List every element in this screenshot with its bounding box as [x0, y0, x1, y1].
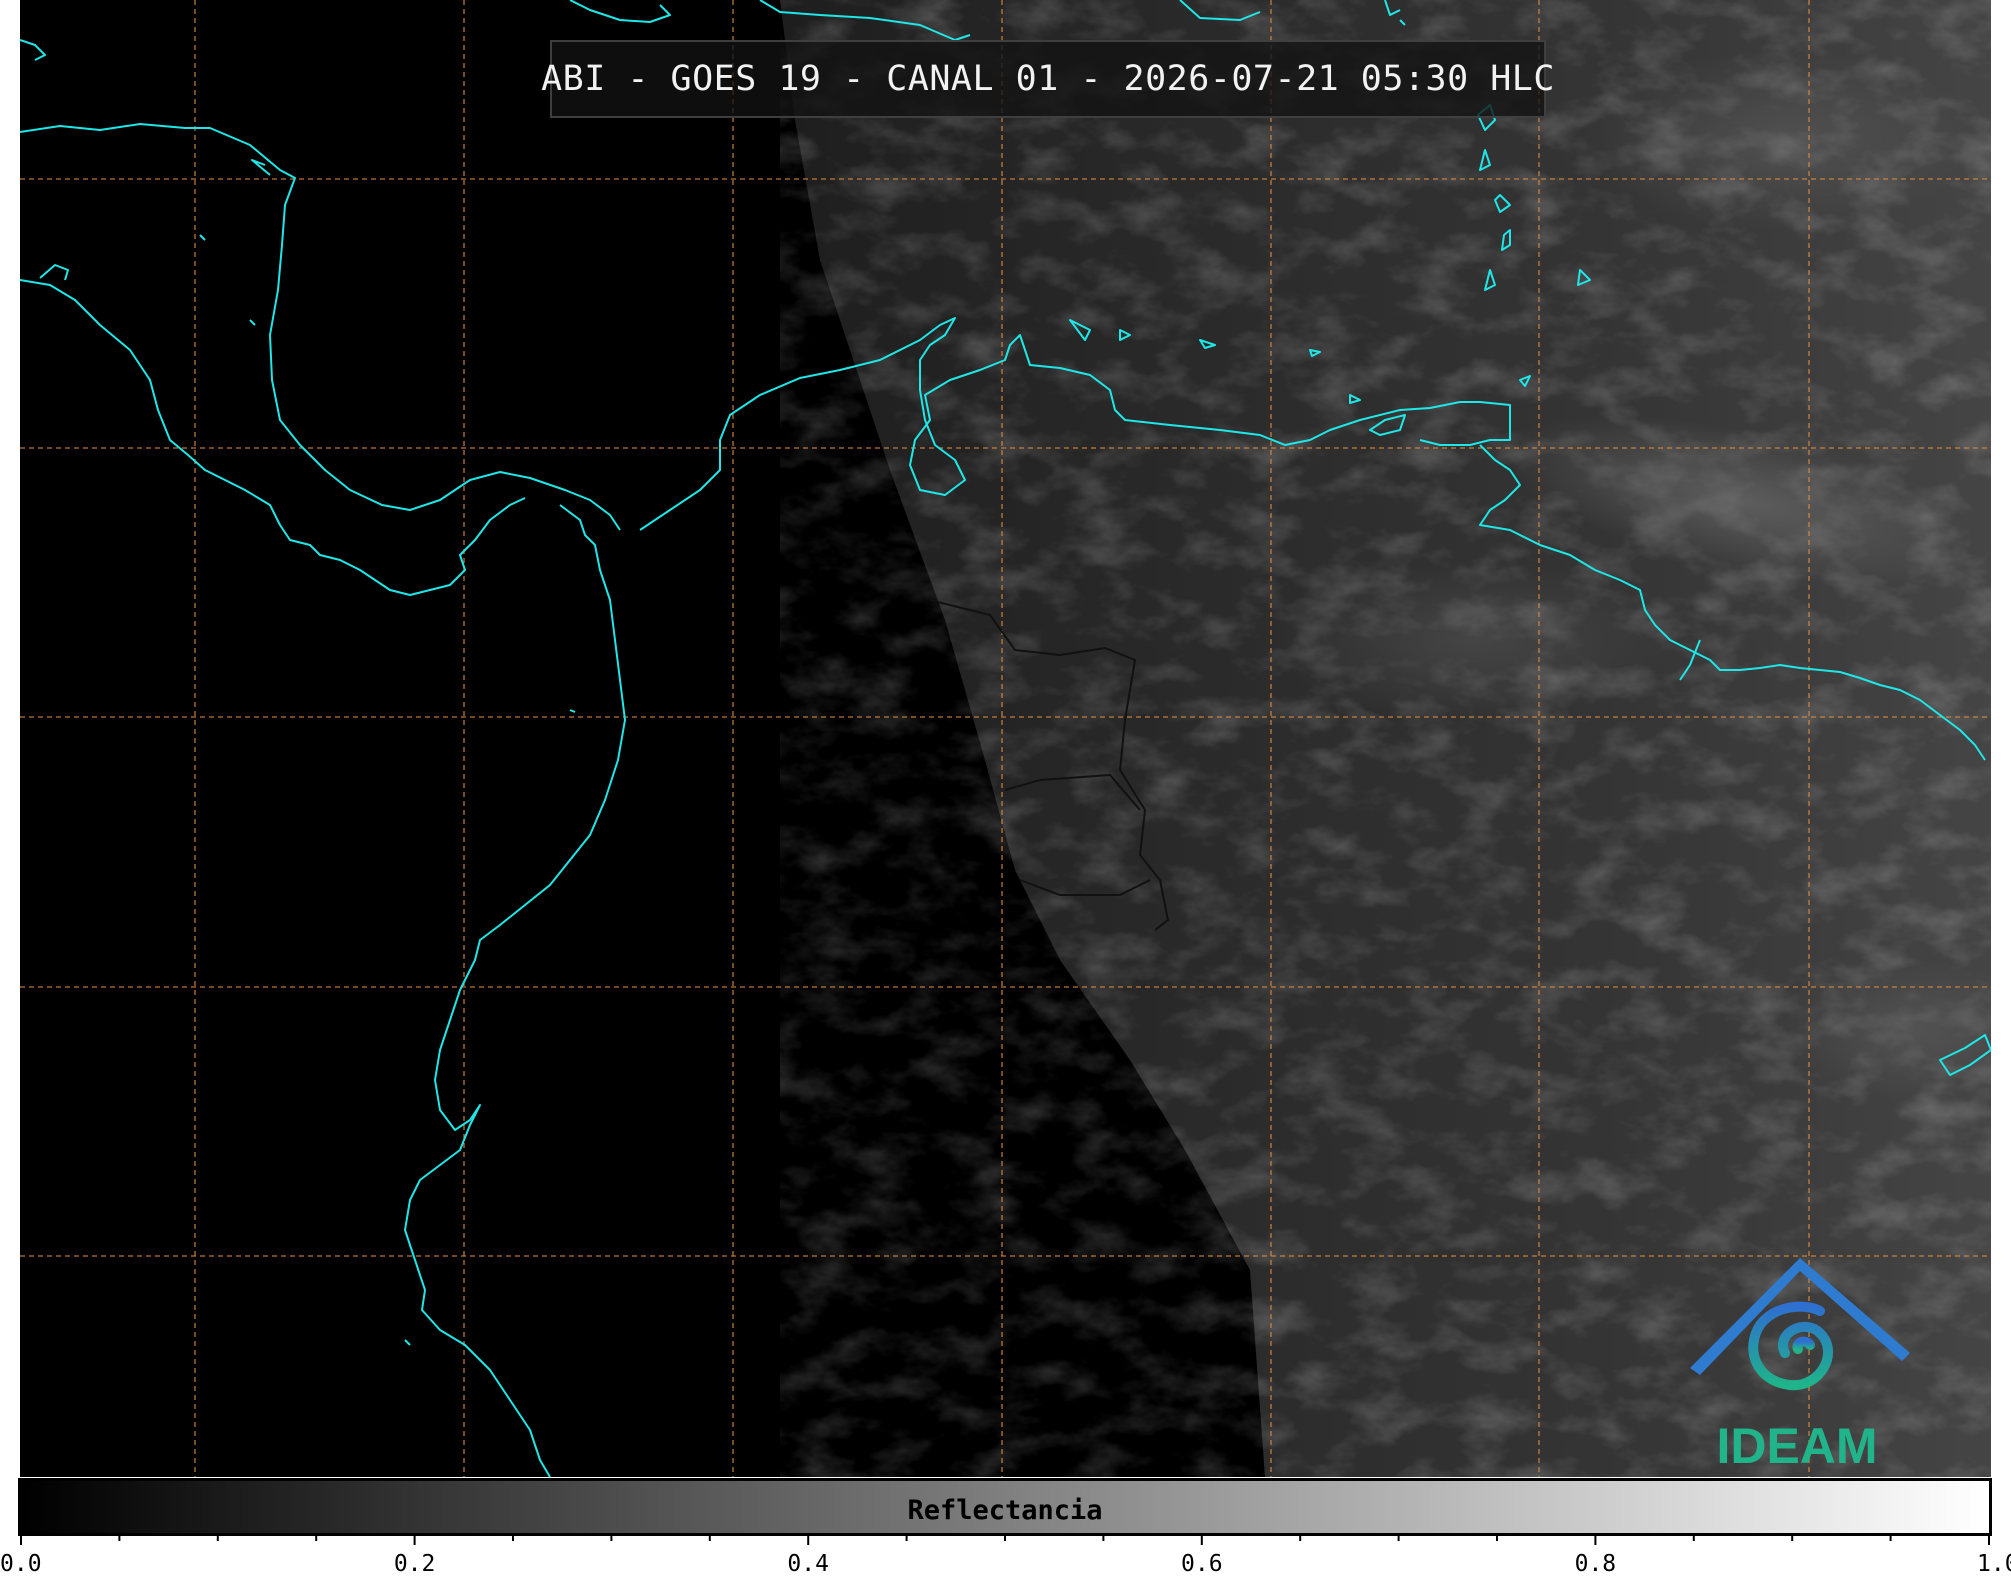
colorbar-tick-label: 1.0 [1977, 1551, 2011, 1577]
colorbar-tick-label: 0.6 [1181, 1551, 1223, 1577]
colorbar-tick-label: 0.0 [0, 1551, 42, 1577]
map-title: ABI - GOES 19 - CANAL 01 - 2026-07-21 05… [541, 59, 1555, 99]
colorbar-tick-label: 0.8 [1574, 1551, 1617, 1577]
ideam-logo-icon: IDEAM [1690, 1258, 1910, 1474]
title-box: ABI - GOES 19 - CANAL 01 - 2026-07-21 05… [541, 40, 1554, 118]
ideam-logo: IDEAM [1680, 1253, 1920, 1474]
colorbar-tick-label: 0.4 [787, 1551, 829, 1577]
colorbar-tick-label: 0.2 [393, 1551, 436, 1577]
satellite-map[interactable]: ABI - GOES 19 - CANAL 01 - 2026-07-21 05… [20, 0, 1991, 1477]
logo-text: IDEAM [1716, 1418, 1877, 1473]
colorbar: Reflectancia [18, 1478, 1992, 1536]
colorbar-label: Reflectancia [907, 1495, 1103, 1526]
